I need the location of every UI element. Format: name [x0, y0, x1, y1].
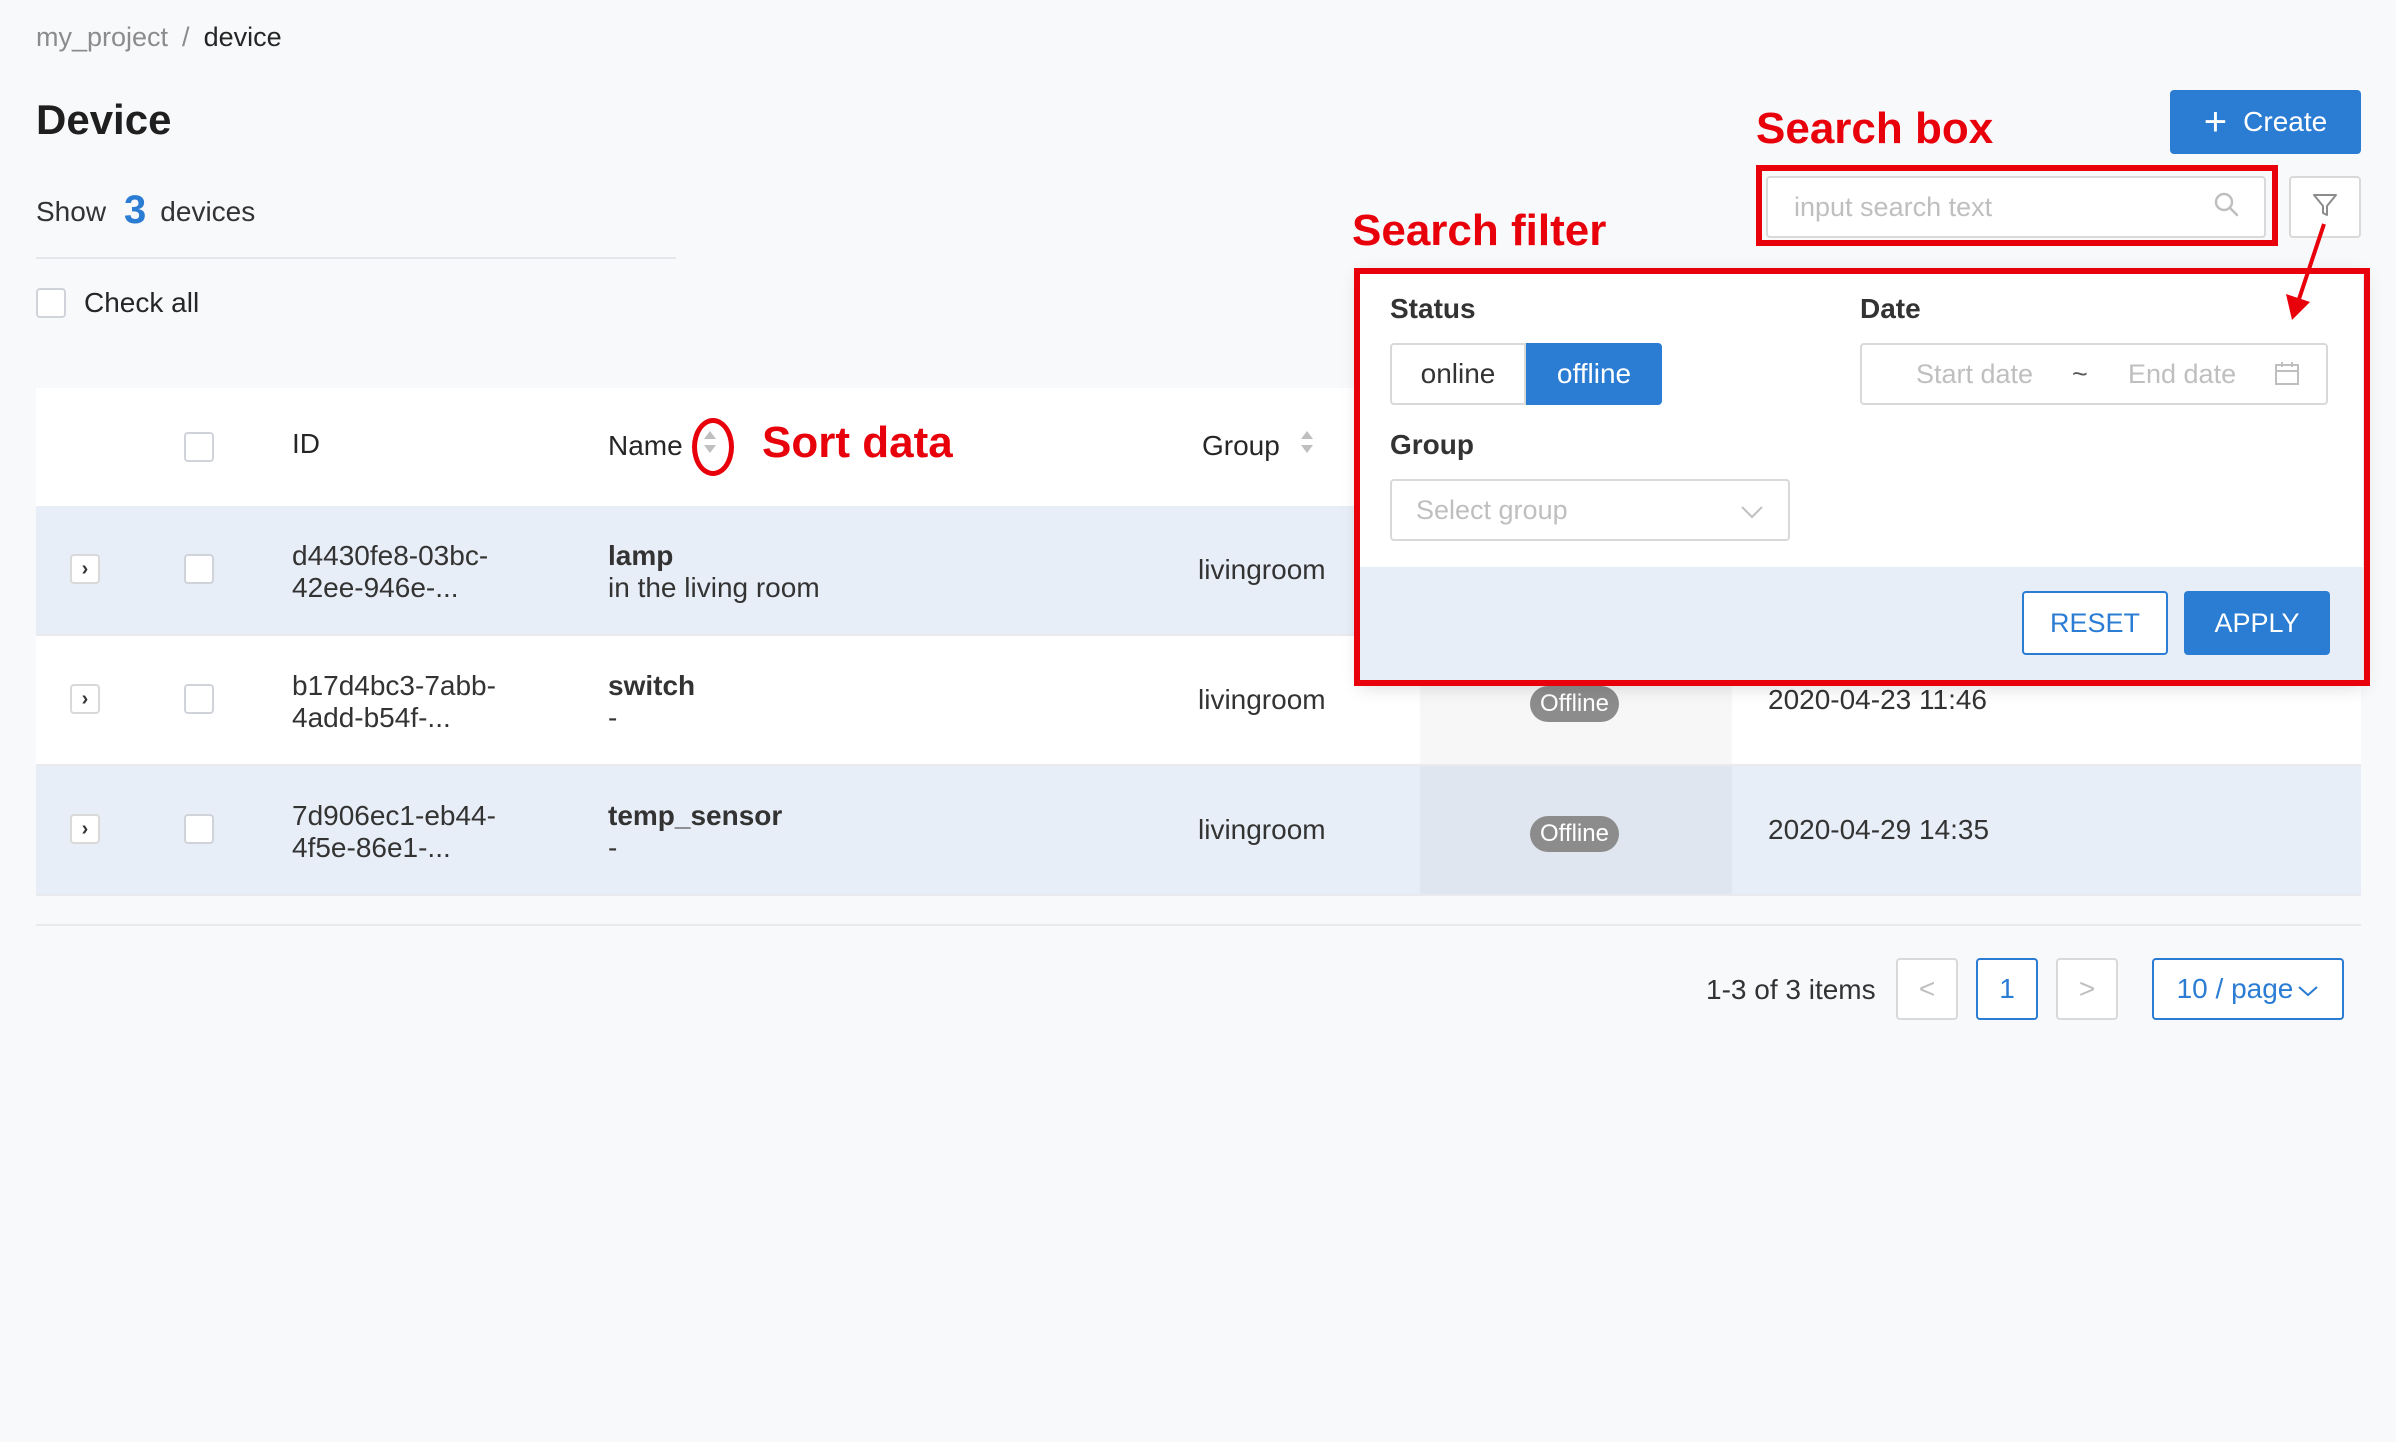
pagination-next-button[interactable]: > — [2056, 958, 2118, 1020]
annotation-sort-data-label: Sort data — [762, 418, 953, 467]
device-group: livingroom — [1198, 554, 1326, 585]
annotation-search-filter-label: Search filter — [1352, 206, 1607, 255]
plus-icon: + — [2203, 100, 2228, 144]
pagination-page-1[interactable]: 1 — [1976, 958, 2038, 1020]
expand-row-button[interactable]: › — [70, 684, 100, 714]
check-all-label: Check all — [84, 287, 200, 318]
device-group: livingroom — [1198, 814, 1326, 845]
device-id-line2: 4f5e-86e1-... — [292, 832, 451, 863]
annotation-search-box-label: Search box — [1756, 104, 1994, 153]
device-date: 2020-04-23 11:46 — [1768, 684, 1987, 715]
breadcrumb-current: device — [203, 22, 282, 52]
device-id-line1: 7d906ec1-eb44- — [292, 800, 496, 831]
page-size-select[interactable]: 10 / page — [2152, 958, 2344, 1020]
device-id-line1: d4430fe8-03bc- — [292, 540, 489, 571]
device-id-line1: b17d4bc3-7abb- — [292, 670, 496, 701]
annotation-sort-data-outline — [692, 418, 734, 476]
table-row[interactable]: › 7d906ec1-eb44- 4f5e-86e1-... temp_senso… — [36, 766, 2361, 896]
device-name-cell: temp_sensor - — [608, 800, 782, 864]
column-header-id: ID — [292, 428, 320, 459]
breadcrumb: my_project / device — [36, 22, 282, 53]
device-count: 3 — [124, 188, 147, 232]
column-header-group-label: Group — [1202, 429, 1280, 461]
pagination-total: 1-3 of 3 items — [1706, 974, 1876, 1005]
check-all[interactable]: Check all — [36, 287, 199, 319]
device-name-cell: lamp in the living room — [608, 540, 820, 604]
device-date: 2020-04-29 14:35 — [1768, 814, 1990, 845]
create-button[interactable]: + Create — [2170, 90, 2361, 154]
device-id: d4430fe8-03bc- 42ee-946e-... — [292, 540, 552, 604]
expand-row-button[interactable]: › — [70, 554, 100, 584]
table-footer-divider — [36, 924, 2361, 926]
summary-prefix: Show — [36, 196, 107, 227]
annotation-search-filter-outline — [1354, 268, 2370, 686]
device-name: lamp — [608, 540, 674, 571]
row-checkbox[interactable] — [184, 684, 214, 714]
row-checkbox[interactable] — [184, 554, 214, 584]
divider — [36, 257, 676, 259]
check-all-checkbox[interactable] — [36, 288, 66, 318]
status-badge: Offline — [1530, 816, 1619, 852]
select-all-rows-checkbox[interactable] — [184, 432, 214, 462]
page-title: Device — [36, 96, 172, 143]
device-id-line2: 4add-b54f-... — [292, 702, 451, 733]
summary-suffix: devices — [160, 196, 256, 227]
row-checkbox[interactable] — [184, 814, 214, 844]
device-group: livingroom — [1198, 684, 1326, 715]
page-size-value: 10 / page — [2176, 973, 2294, 1004]
chevron-down-icon — [2297, 973, 2319, 1005]
create-button-label: Create — [2243, 106, 2328, 137]
device-name: temp_sensor — [608, 800, 783, 831]
column-header-group[interactable]: Group — [1202, 428, 1316, 463]
device-description: - — [608, 702, 618, 733]
device-name-cell: switch - — [608, 670, 695, 734]
device-id: b17d4bc3-7abb- 4add-b54f-... — [292, 670, 552, 734]
device-count-summary: Show 3 devices — [36, 186, 256, 232]
pagination-prev-button[interactable]: < — [1896, 958, 1958, 1020]
column-header-name-label: Name — [608, 429, 683, 461]
device-id-line2: 42ee-946e-... — [292, 572, 459, 603]
status-badge: Offline — [1530, 686, 1619, 722]
device-name: switch — [608, 670, 696, 701]
breadcrumb-separator: / — [182, 22, 190, 52]
device-description: in the living room — [608, 572, 820, 603]
device-description: - — [608, 832, 618, 863]
annotation-arrow-icon — [2286, 223, 2326, 320]
device-id: 7d906ec1-eb44- 4f5e-86e1-... — [292, 800, 552, 864]
annotation-search-box-outline — [1756, 165, 2278, 246]
expand-row-button[interactable]: › — [70, 814, 100, 844]
sort-icon[interactable] — [1298, 428, 1316, 463]
breadcrumb-parent-link[interactable]: my_project — [36, 22, 168, 52]
